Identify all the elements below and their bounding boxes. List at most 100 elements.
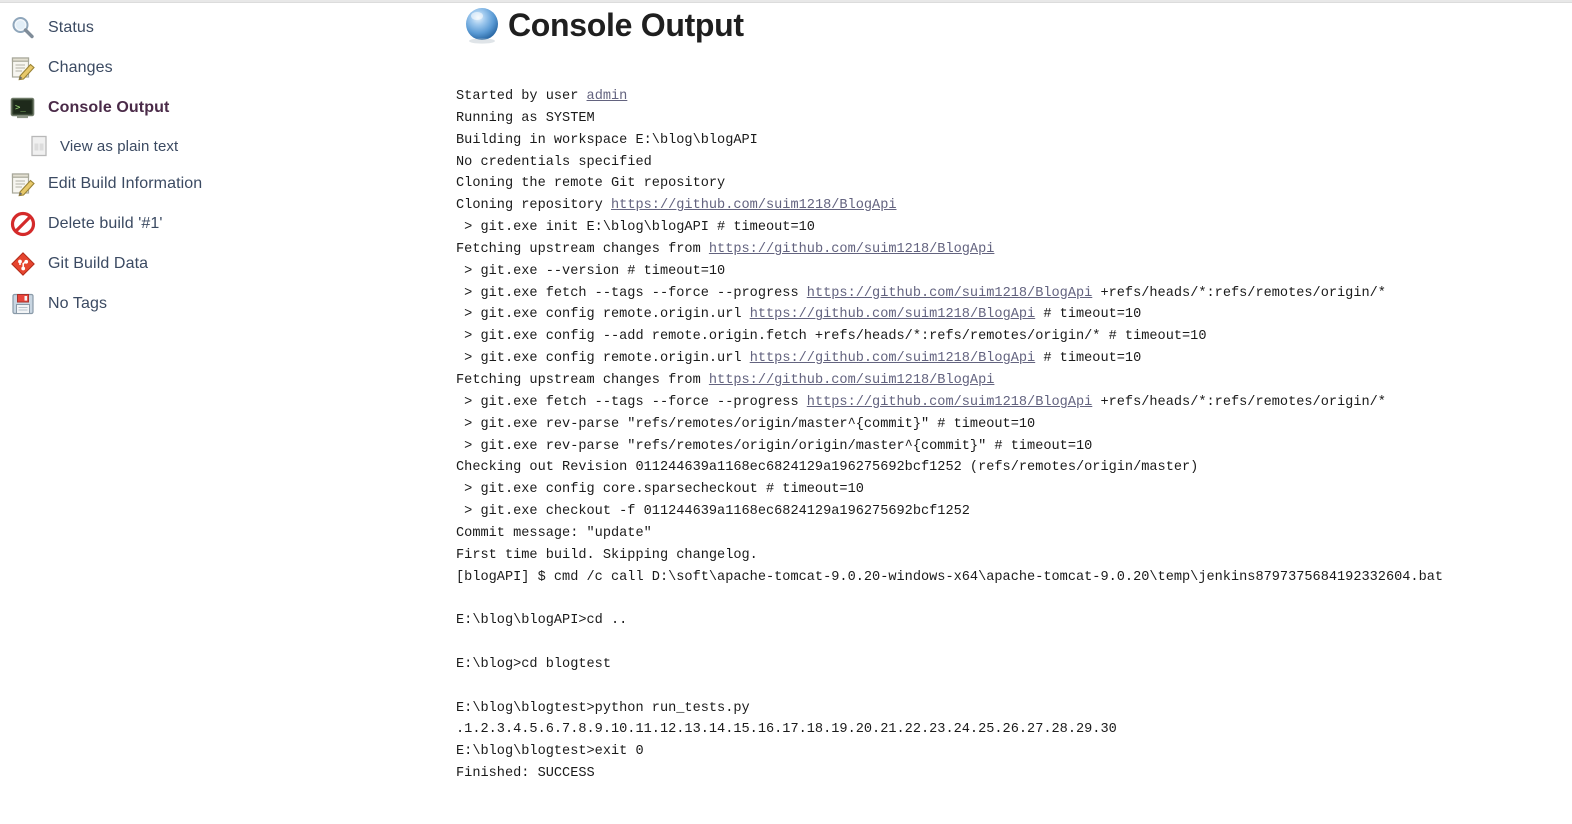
sidebar-item-edit-build-information[interactable]: Edit Build Information [0,164,452,204]
console-text: > git.exe fetch --tags --force --progres… [456,394,807,410]
sidebar-item-label: Changes [48,59,113,76]
console-text: Finished: SUCCESS [456,766,595,782]
console-link[interactable]: https://github.com/suim1218/BlogApi [709,373,995,388]
page-title: Console Output [508,7,744,43]
svg-text:>_: >_ [15,103,26,113]
console-text: Fetching upstream changes from [456,241,709,257]
console-text: Building in workspace E:\blog\blogAPI [456,132,758,148]
sidebar-item-console-output[interactable]: >_ Console Output [0,88,452,128]
console-text: > git.exe init E:\blog\blogAPI # timeout… [456,220,815,236]
console-line: E:\blog\blogtest>exit 0 [456,741,1572,763]
console-line: Building in workspace E:\blog\blogAPI [456,130,1572,152]
console-line: Finished: SUCCESS [456,763,1572,785]
console-text: Cloning the remote Git repository [456,176,726,192]
sidebar-item-delete-build-1[interactable]: Delete build '#1' [0,204,452,244]
console-text: First time build. Skipping changelog. [456,547,758,563]
sidebar-item-git-build-data[interactable]: Git Build Data [0,244,452,284]
console-line: Fetching upstream changes from https://g… [456,239,1572,261]
console-line: [blogAPI] $ cmd /c call D:\soft\apache-t… [456,567,1572,589]
console-line: Commit message: "update" [456,523,1572,545]
console-text: > git.exe rev-parse "refs/remotes/origin… [456,416,1036,432]
console-output-log: Started by user admin Running as SYSTEM Bu… [456,86,1572,785]
console-text: E:\blog\blogtest>exit 0 [456,744,644,760]
console-line: Running as SYSTEM [456,108,1572,130]
console-text: Commit message: "update" [456,525,652,541]
console-link[interactable]: https://github.com/suim1218/BlogApi [750,307,1036,322]
console-text: Checking out Revision 011244639a1168ec68… [456,460,1199,476]
console-line: Cloning the remote Git repository [456,173,1572,195]
console-text: Started by user [456,89,587,104]
console-text: E:\blog\blogAPI>cd .. [456,613,628,629]
console-line: > git.exe config remote.origin.url https… [456,304,1572,326]
console-text: > git.exe config remote.origin.url [456,307,750,323]
console-line: > git.exe config core.sparsecheckout # t… [456,479,1572,501]
console-line: > git.exe fetch --tags --force --progres… [456,283,1572,305]
console-line: E:\blog\blogtest>python run_tests.py [456,698,1572,720]
console-line: > git.exe config remote.origin.url https… [456,348,1572,370]
console-text: Running as SYSTEM [456,110,595,126]
console-text: # timeout=10 [1035,307,1142,323]
document-icon [28,134,50,158]
terminal-icon: >_ [10,95,36,121]
page-layout: Status Changes >_ Console Output View as… [0,0,1572,824]
sidebar-item-label: Edit Build Information [48,175,203,192]
main-content: Console Output Started by user admin Runn… [452,0,1572,785]
console-text: > git.exe fetch --tags --force --progres… [456,285,807,301]
notepad-pencil-icon [10,171,36,197]
console-text: > git.exe --version # timeout=10 [456,263,726,279]
console-text: E:\blog\blogtest>python run_tests.py [456,700,750,716]
sidebar-item-label: Delete build '#1' [48,215,163,232]
console-link[interactable]: https://github.com/suim1218/BlogApi [611,198,897,213]
console-text: No credentials specified [456,154,652,170]
sidebar-item-no-tags[interactable]: No Tags [0,284,452,324]
console-line: > git.exe fetch --tags --force --progres… [456,392,1572,414]
magnifier-icon [10,15,36,41]
console-line: > git.exe checkout -f 011244639a1168ec68… [456,501,1572,523]
console-line: > git.exe rev-parse "refs/remotes/origin… [456,414,1572,436]
sidebar-item-changes[interactable]: Changes [0,48,452,88]
sidebar-item-view-as-plain-text[interactable]: View as plain text [0,128,452,164]
console-line: E:\blog\blogAPI>cd .. [456,610,1572,632]
sidebar-item-label: Console Output [48,99,170,116]
sidebar-item-label: Status [48,19,94,36]
console-link[interactable]: https://github.com/suim1218/BlogApi [750,351,1036,366]
page-header: Console Output [460,2,1572,48]
floppy-disk-icon [10,291,36,317]
console-text: [blogAPI] $ cmd /c call D:\soft\apache-t… [456,569,1444,585]
console-line: > git.exe rev-parse "refs/remotes/origin… [456,436,1572,458]
console-text: > git.exe config --add remote.origin.fet… [456,329,1207,345]
console-link[interactable]: https://github.com/suim1218/BlogApi [807,286,1093,301]
console-line: Fetching upstream changes from https://g… [456,370,1572,392]
console-line: Checking out Revision 011244639a1168ec68… [456,457,1572,479]
console-text: +refs/heads/*:refs/remotes/origin/* [1092,285,1386,301]
console-link[interactable]: https://github.com/suim1218/BlogApi [807,395,1093,410]
sidebar-item-status[interactable]: Status [0,8,452,48]
console-line: .1.2.3.4.5.6.7.8.9.10.11.12.13.14.15.16.… [456,719,1572,741]
console-text: > git.exe config core.sparsecheckout # t… [456,482,864,498]
console-text: +refs/heads/*:refs/remotes/origin/* [1092,394,1386,410]
console-line: > git.exe config --add remote.origin.fet… [456,326,1572,348]
git-diamond-icon [10,251,36,277]
console-link[interactable]: https://github.com/suim1218/BlogApi [709,242,995,257]
console-text: Fetching upstream changes from [456,372,709,388]
sidebar-item-label: No Tags [48,295,108,312]
console-text: > git.exe rev-parse "refs/remotes/origin… [456,438,1093,454]
console-text: > git.exe config remote.origin.url [456,351,750,367]
console-text: # timeout=10 [1035,351,1142,367]
console-text: Cloning repository [456,198,611,214]
console-link[interactable]: admin [587,89,628,104]
console-line: > git.exe init E:\blog\blogAPI # timeout… [456,217,1572,239]
sidebar-item-label: Git Build Data [48,255,149,272]
no-entry-icon [10,211,36,237]
notepad-pencil-icon [10,55,36,81]
console-line: First time build. Skipping changelog. [456,545,1572,567]
console-line: Cloning repository https://github.com/su… [456,195,1572,217]
sidebar-task-list: Status Changes >_ Console Output View as… [0,0,452,324]
console-line: E:\blog>cd blogtest [456,654,1572,676]
console-line: No credentials specified [456,152,1572,174]
sidebar-item-label: View as plain text [60,137,179,155]
console-line: Started by user admin [456,86,1572,108]
